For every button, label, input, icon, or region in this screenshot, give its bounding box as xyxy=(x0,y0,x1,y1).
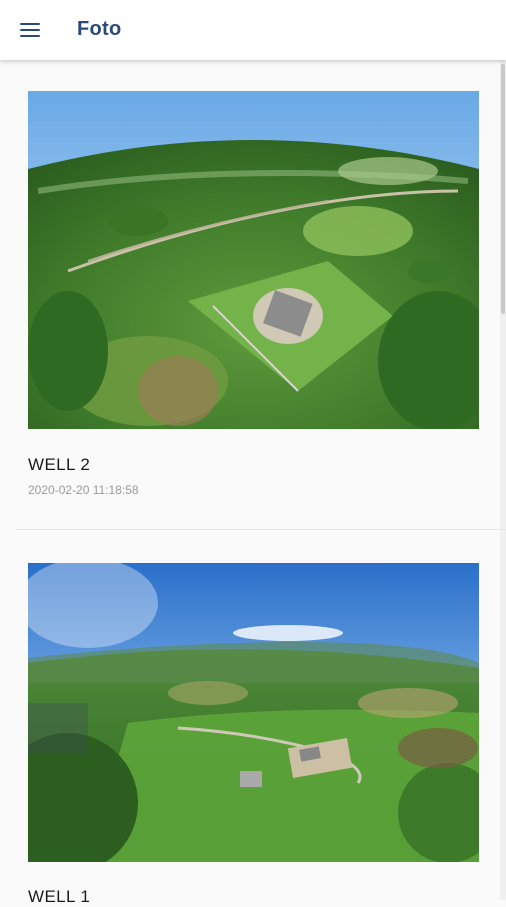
menu-button[interactable] xyxy=(12,12,48,48)
page-title: Foto xyxy=(77,18,122,40)
photo-card[interactable]: WELL 2 2020-02-20 11:18:58 xyxy=(0,60,506,530)
photo-feed: WELL 2 2020-02-20 11:18:58 WELL 1 xyxy=(0,60,506,906)
aerial-photo-image xyxy=(28,91,479,429)
app-bar: Foto xyxy=(0,0,506,60)
photo-date: 2020-02-20 11:18:58 xyxy=(28,483,139,497)
menu-icon xyxy=(20,23,40,37)
scrollbar-thumb[interactable] xyxy=(501,64,505,314)
photo-well-1[interactable] xyxy=(28,563,479,862)
photo-title: WELL 2 xyxy=(28,455,91,474)
photo-title: WELL 1 xyxy=(28,887,91,906)
photo-card[interactable]: WELL 1 xyxy=(0,530,500,906)
aerial-photo-image xyxy=(28,563,479,862)
photo-well-2[interactable] xyxy=(28,91,479,429)
